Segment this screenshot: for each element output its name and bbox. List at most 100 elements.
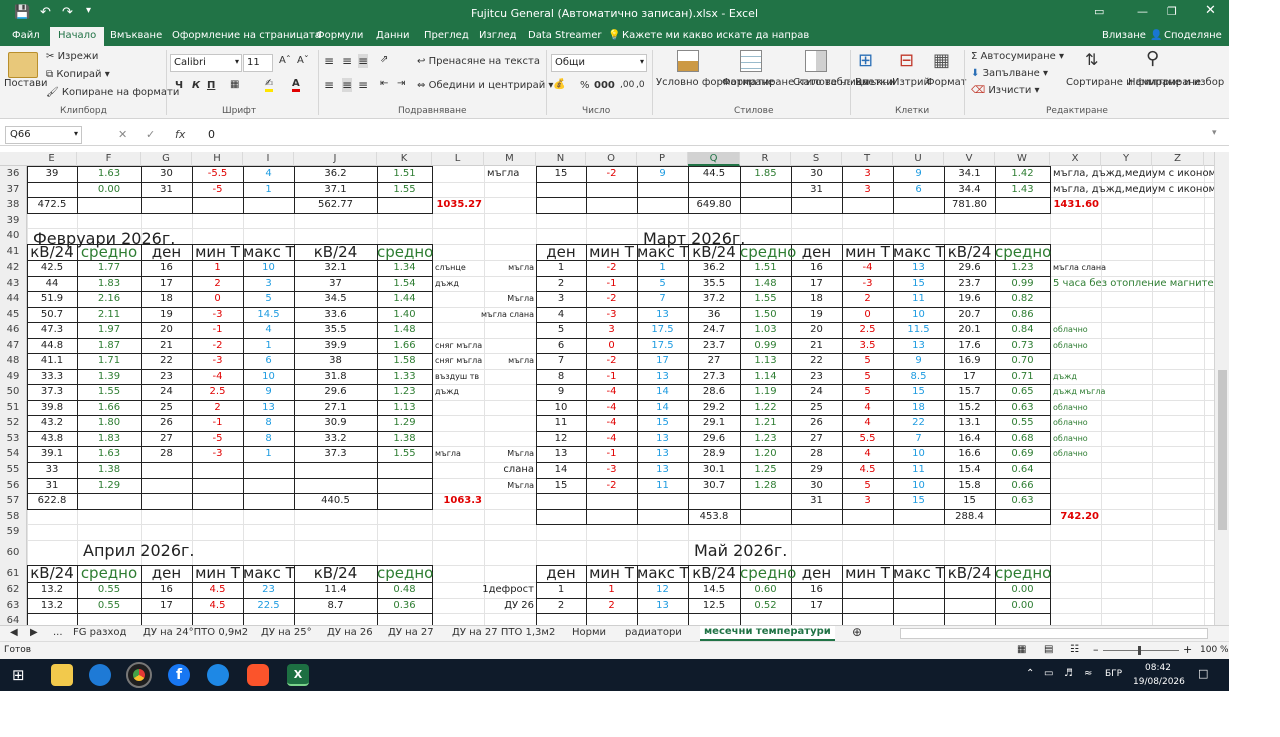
cell-p-43[interactable]: 5 bbox=[637, 276, 688, 291]
cell-n-54[interactable]: 13 bbox=[536, 446, 586, 462]
row-header[interactable]: 56 bbox=[0, 478, 27, 493]
cell-v-57[interactable]: 15 bbox=[944, 493, 995, 509]
ellipsis-icon[interactable]: ... bbox=[53, 627, 63, 638]
cell-m-44[interactable]: Мъгла bbox=[424, 291, 534, 307]
cell-g-63[interactable]: 17 bbox=[141, 598, 192, 613]
cell-o-62[interactable]: 1 bbox=[586, 582, 637, 598]
cell-j-53[interactable]: 33.2 bbox=[294, 431, 377, 446]
cell-j-61[interactable]: кВ/24 bbox=[294, 565, 377, 582]
cell-h-50[interactable]: 2.5 bbox=[192, 384, 243, 400]
cell-p-42[interactable]: 1 bbox=[637, 260, 688, 276]
row-header[interactable]: 47 bbox=[0, 338, 27, 353]
row-header[interactable]: 58 bbox=[0, 509, 27, 524]
clock-time[interactable]: 08:42 bbox=[1145, 663, 1171, 673]
cell-w-54[interactable]: 0.69 bbox=[995, 446, 1050, 462]
cell-w-63[interactable]: 0.00 bbox=[995, 598, 1050, 613]
cell-s-45[interactable]: 19 bbox=[791, 307, 842, 322]
cell-h-62[interactable]: 4.5 bbox=[192, 582, 243, 598]
column-header-e[interactable]: E bbox=[27, 152, 77, 166]
cell-f-52[interactable]: 1.80 bbox=[77, 415, 141, 431]
paste-icon[interactable] bbox=[8, 52, 38, 78]
language-indicator[interactable]: БГР bbox=[1105, 669, 1122, 679]
column-header-i[interactable]: I bbox=[243, 152, 294, 166]
cell-e-63[interactable]: 13.2 bbox=[27, 598, 77, 613]
cell-g-49[interactable]: 23 bbox=[141, 369, 192, 384]
cell-s-54[interactable]: 28 bbox=[791, 446, 842, 462]
normal-view-icon[interactable]: ▦ bbox=[1017, 644, 1026, 655]
cell-g-45[interactable]: 19 bbox=[141, 307, 192, 322]
wrap-text-button[interactable]: ↩ Пренасяне на текста bbox=[417, 56, 540, 67]
cell-v-42[interactable]: 29.6 bbox=[944, 260, 995, 276]
cell-u-54[interactable]: 10 bbox=[893, 446, 944, 462]
cell-m-48[interactable]: мъгла bbox=[424, 353, 534, 369]
cell-e-52[interactable]: 43.2 bbox=[27, 415, 77, 431]
row-header[interactable]: 41 bbox=[0, 244, 27, 260]
cell-i-43[interactable]: 3 bbox=[243, 276, 294, 291]
cell-r-36[interactable]: 1.85 bbox=[740, 166, 791, 182]
cell-q-61[interactable]: кВ/24 bbox=[688, 565, 740, 582]
cell-x-36[interactable]: мъгла, дъжд,медиум с икономи bbox=[1053, 166, 1214, 182]
cell-s-52[interactable]: 26 bbox=[791, 415, 842, 431]
wifi-icon[interactable]: ≈ bbox=[1084, 668, 1092, 679]
column-header-v[interactable]: V bbox=[944, 152, 995, 166]
cell-h-49[interactable]: -4 bbox=[192, 369, 243, 384]
cell-v-44[interactable]: 19.6 bbox=[944, 291, 995, 307]
cell-j-48[interactable]: 38 bbox=[294, 353, 377, 369]
cell-w-43[interactable]: 0.99 bbox=[995, 276, 1050, 291]
cell-x-51[interactable]: облачно bbox=[1053, 400, 1088, 415]
bold-button[interactable]: Ч bbox=[175, 80, 183, 91]
row-header[interactable]: 46 bbox=[0, 322, 27, 338]
cell-o-53[interactable]: -4 bbox=[586, 431, 637, 446]
cell-u-36[interactable]: 9 bbox=[893, 166, 944, 182]
cell-n-56[interactable]: 15 bbox=[536, 478, 586, 493]
column-header-m[interactable]: M bbox=[484, 152, 536, 166]
cell-s-43[interactable]: 17 bbox=[791, 276, 842, 291]
cell-f-62[interactable]: 0.55 bbox=[77, 582, 141, 598]
cell-s-49[interactable]: 23 bbox=[791, 369, 842, 384]
cell-p-51[interactable]: 14 bbox=[637, 400, 688, 415]
cell-f-44[interactable]: 2.16 bbox=[77, 291, 141, 307]
cell-i-48[interactable]: 6 bbox=[243, 353, 294, 369]
align-bottom-icon[interactable]: ≡ bbox=[358, 54, 369, 68]
cell-g-52[interactable]: 26 bbox=[141, 415, 192, 431]
cell-x-46[interactable]: облачно bbox=[1053, 322, 1088, 338]
cell-w-41[interactable]: средно bbox=[995, 244, 1051, 260]
cell-j-36[interactable]: 36.2 bbox=[294, 166, 377, 182]
cell-s-56[interactable]: 30 bbox=[791, 478, 842, 493]
cell-s-63[interactable]: 17 bbox=[791, 598, 842, 613]
cell-l-38[interactable]: 1035.27 bbox=[372, 197, 482, 213]
cell-s-55[interactable]: 29 bbox=[791, 462, 842, 478]
cell-s-42[interactable]: 16 bbox=[791, 260, 842, 276]
cell-e-46[interactable]: 47.3 bbox=[27, 322, 77, 338]
volume-icon[interactable]: ♬ bbox=[1064, 668, 1073, 679]
cell-p-50[interactable]: 14 bbox=[637, 384, 688, 400]
row-header[interactable]: 40 bbox=[0, 228, 27, 244]
cell-l-47[interactable]: сняг мъгла bbox=[435, 338, 482, 353]
insert-button[interactable]: Вмъкни bbox=[855, 77, 896, 88]
cell-u-47[interactable]: 13 bbox=[893, 338, 944, 353]
cell-o-45[interactable]: -3 bbox=[586, 307, 637, 322]
cell-q-58[interactable]: 453.8 bbox=[688, 509, 740, 524]
format-table-icon[interactable] bbox=[740, 50, 762, 72]
cell-g-43[interactable]: 17 bbox=[141, 276, 192, 291]
cell-x-54[interactable]: облачно bbox=[1053, 446, 1088, 462]
find-select-button[interactable]: Намиране и избор bbox=[1128, 77, 1224, 88]
cell-u-57[interactable]: 15 bbox=[893, 493, 944, 509]
cell-w-42[interactable]: 1.23 bbox=[995, 260, 1050, 276]
cell-w-51[interactable]: 0.63 bbox=[995, 400, 1050, 415]
windows-start-icon[interactable]: ⊞ bbox=[12, 666, 25, 684]
cell-o-52[interactable]: -4 bbox=[586, 415, 637, 431]
cell-f-61[interactable]: средно bbox=[77, 565, 141, 582]
cell-n-55[interactable]: 14 bbox=[536, 462, 586, 478]
column-header-n[interactable]: N bbox=[536, 152, 586, 166]
chevron-up-icon[interactable]: ⌃ bbox=[1026, 668, 1034, 679]
cell-w-52[interactable]: 0.55 bbox=[995, 415, 1050, 431]
cell-h-52[interactable]: -1 bbox=[192, 415, 243, 431]
page-layout-icon[interactable]: ▤ bbox=[1044, 644, 1053, 655]
cell-i-41[interactable]: макс Т bbox=[243, 244, 295, 260]
cell-s-48[interactable]: 22 bbox=[791, 353, 842, 369]
cell-p-56[interactable]: 11 bbox=[637, 478, 688, 493]
cell-s-41[interactable]: ден bbox=[791, 244, 842, 260]
cell-j-37[interactable]: 37.1 bbox=[294, 182, 377, 197]
cell-v-56[interactable]: 15.8 bbox=[944, 478, 995, 493]
